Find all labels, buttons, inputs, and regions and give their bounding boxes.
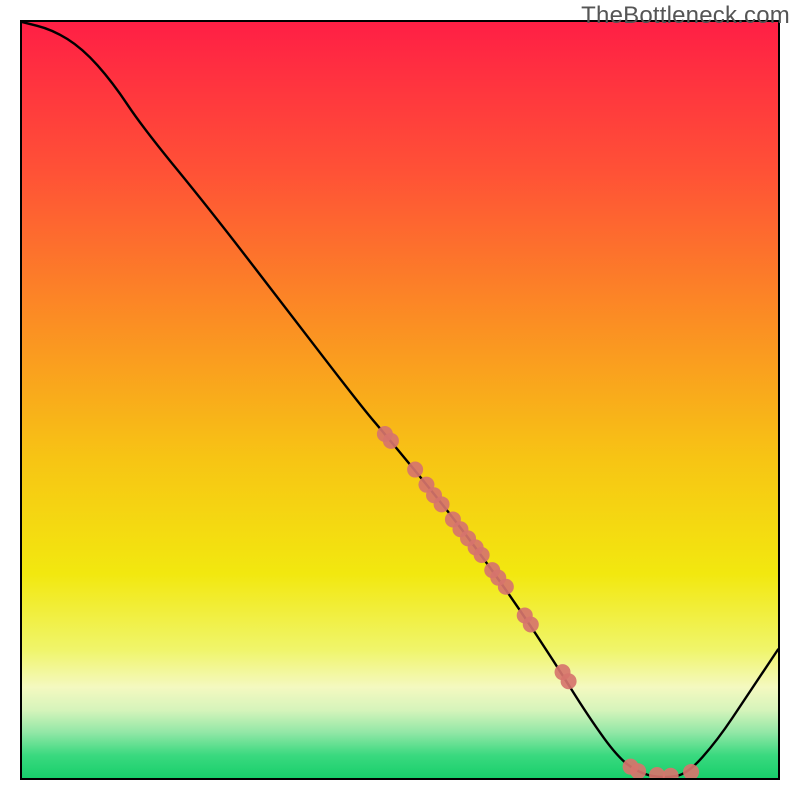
scatter-point (498, 579, 514, 595)
scatter-point (649, 767, 665, 778)
scatter-point (561, 673, 577, 689)
scatter-point (663, 768, 679, 778)
scatter-point (407, 462, 423, 478)
scatter-markers (377, 426, 699, 778)
watermark-label: TheBottleneck.com (581, 2, 790, 30)
scatter-point (434, 496, 450, 512)
scatter-point (683, 764, 699, 778)
plot-area (20, 20, 780, 780)
chart-canvas: TheBottleneck.com (0, 0, 800, 800)
scatter-point (523, 617, 539, 633)
foreground-layer (22, 22, 778, 778)
scatter-point (383, 433, 399, 449)
bottleneck-curve (22, 22, 778, 777)
scatter-point (474, 547, 490, 563)
